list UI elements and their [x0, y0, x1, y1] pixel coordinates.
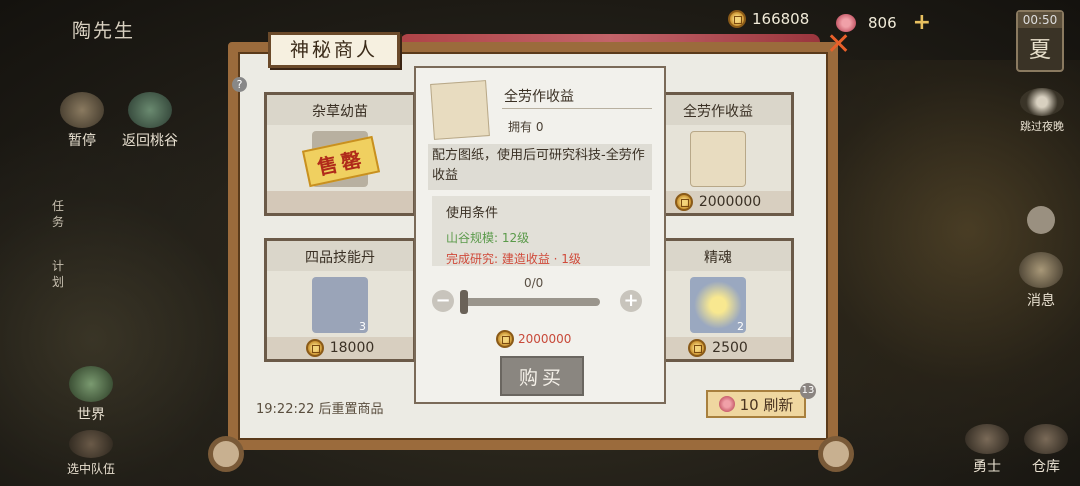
coin-icon	[728, 10, 746, 28]
team-icon	[69, 430, 113, 458]
buy-button[interactable]: 购买	[500, 356, 584, 396]
player-name: 陶先生	[72, 20, 136, 42]
item-detail-popup: 全劳作收益 拥有 0 配方图纸，使用后可研究科技-全劳作收益 使用条件 山谷规模…	[414, 66, 666, 404]
hero-icon	[965, 424, 1009, 454]
world-map-icon	[69, 366, 113, 402]
hero-button[interactable]: 勇士	[964, 424, 1010, 476]
pause-icon	[60, 92, 104, 128]
mountain-icon	[128, 92, 172, 128]
shop-item-weed-seedling[interactable]: 杂草幼苗 售罄	[264, 92, 416, 216]
item-price: 18000	[267, 337, 413, 359]
divider	[502, 108, 652, 109]
quantity-label: 0/0	[524, 276, 544, 290]
use-conditions: 使用条件 山谷规模: 12级 完成研究: 建造收益 · 1级	[432, 196, 650, 266]
coin-icon	[688, 339, 707, 357]
spirit-orb-icon: 2	[690, 277, 746, 333]
warehouse-icon	[1024, 424, 1068, 454]
recipe-scroll-icon	[430, 80, 490, 140]
conditions-title: 使用条件	[446, 206, 499, 221]
item-name: 全劳作收益	[645, 95, 791, 125]
total-price: 2000000	[496, 330, 571, 348]
item-name: 杂草幼苗	[267, 95, 413, 125]
decrease-button[interactable]: −	[432, 290, 454, 312]
skip-night-button[interactable]: 跳过夜晚	[1014, 88, 1070, 134]
message-button[interactable]: 消息	[1018, 252, 1064, 310]
item-description: 配方图纸，使用后可研究科技-全劳作收益	[428, 144, 652, 190]
item-price: 2000000	[645, 191, 791, 213]
popup-item-name: 全劳作收益	[504, 89, 574, 105]
refresh-button[interactable]: 10 刷新	[706, 390, 806, 418]
owned-count: 拥有 0	[508, 120, 544, 134]
recipe-scroll-icon	[690, 131, 746, 187]
coin-icon	[496, 330, 514, 348]
gem-amount: 806	[868, 13, 897, 32]
plan-tab[interactable]: 计划	[52, 258, 66, 290]
select-team-button[interactable]: 选中队伍	[62, 430, 120, 477]
slider-handle[interactable]	[460, 290, 468, 314]
shop-title: 神秘商人	[268, 32, 400, 68]
item-price: 2500	[645, 337, 791, 359]
condition-research: 完成研究: 建造收益 · 1级	[446, 252, 581, 266]
close-icon[interactable]: ✕	[826, 30, 851, 60]
add-currency-button[interactable]: +	[913, 10, 931, 35]
tasks-tab[interactable]: 任务	[52, 198, 66, 230]
item-count: 2	[737, 320, 744, 333]
bell-icon	[1019, 252, 1063, 288]
flower-menu-icon	[1027, 206, 1055, 234]
cart-wheel-left	[208, 436, 244, 472]
item-name: 精魂	[645, 241, 791, 271]
coin-icon	[305, 339, 324, 357]
season-label: 夏	[1028, 38, 1051, 63]
increase-button[interactable]: +	[620, 290, 642, 312]
menu-button[interactable]	[1024, 206, 1058, 236]
quantity-slider[interactable]	[464, 298, 600, 306]
gem-icon	[718, 396, 735, 412]
moon-icon	[1020, 88, 1064, 116]
clock-time: 00:50	[1018, 12, 1062, 28]
item-price	[267, 191, 413, 213]
coin-amount: 166808	[752, 10, 810, 28]
reset-timer: 19:22:22 后重置商品	[256, 402, 384, 417]
coin-balance: 166808	[728, 10, 809, 28]
condition-valley-size: 山谷规模: 12级	[446, 231, 530, 245]
world-button[interactable]: 世界	[66, 366, 116, 424]
warehouse-button[interactable]: 仓库	[1022, 424, 1070, 476]
coin-icon	[674, 193, 693, 211]
pill-icon: 3	[312, 277, 368, 333]
pause-button[interactable]: 暂停	[60, 92, 104, 150]
item-count: 3	[359, 320, 366, 333]
cart-wheel-right	[818, 436, 854, 472]
shop-item-skill-pill[interactable]: 四品技能丹 3 18000	[264, 238, 416, 362]
help-icon[interactable]: ?	[232, 77, 247, 92]
return-valley-button[interactable]: 返回桃谷	[118, 92, 182, 150]
refresh-count-badge: 13	[800, 383, 816, 399]
item-name: 四品技能丹	[267, 241, 413, 271]
clock-widget[interactable]: 00:50 夏	[1016, 10, 1064, 72]
